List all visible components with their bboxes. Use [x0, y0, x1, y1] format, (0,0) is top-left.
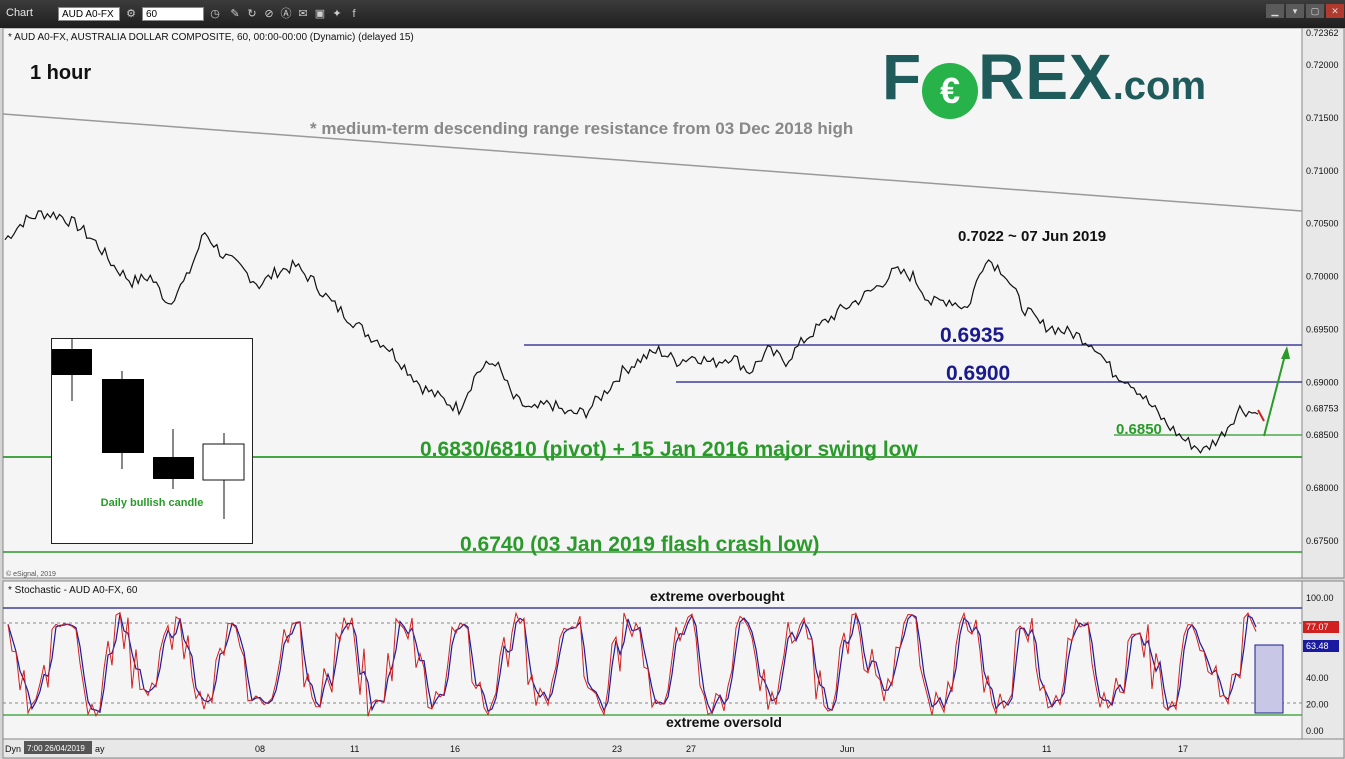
pivot-note: 0.6830/6810 (pivot) + 15 Jan 2016 major … [420, 438, 918, 461]
price-tick-label: 0.68753 [1306, 403, 1339, 413]
candle-4 [202, 443, 245, 481]
candle-inset: Daily bullish candle [51, 338, 253, 544]
price-tick-label: 0.68500 [1306, 430, 1339, 440]
share-icon[interactable]: ▣ [313, 7, 327, 21]
price-tick-label: 0.70000 [1306, 272, 1339, 282]
resistance-note: * medium-term descending range resistanc… [310, 119, 853, 138]
cursor-date: 7:00 26/04/2019 [27, 744, 85, 753]
price-tick-label: 0.67500 [1306, 536, 1339, 546]
crash-note: 0.6740 (03 Jan 2019 flash crash low) [460, 533, 820, 556]
mail-icon[interactable]: ✉ [296, 7, 310, 21]
app-label: Chart [6, 7, 33, 19]
price-tick-label: 0.71000 [1306, 166, 1339, 176]
time-label: Jun [840, 744, 855, 754]
candle-inset-svg [52, 339, 245, 519]
candle-1 [52, 349, 92, 375]
pencil-icon[interactable]: ✎ [228, 7, 242, 21]
clock-icon[interactable]: ◷ [208, 7, 222, 21]
price-tick-label: 0.69000 [1306, 377, 1339, 387]
level-6850-label: 0.6850 [1116, 421, 1162, 438]
level-6900-label: 0.6900 [946, 362, 1010, 385]
axis-corner: Dyn [5, 744, 21, 754]
twitter-icon[interactable]: ✦ [330, 7, 344, 21]
close-button[interactable]: ✕ [1326, 4, 1344, 18]
time-label: 16 [450, 744, 460, 754]
maximize-button[interactable]: ▢ [1306, 4, 1324, 18]
alert-icon[interactable]: Ⓐ [279, 7, 293, 21]
timeframe-label: 1 hour [30, 62, 91, 84]
logo-text-left: F [882, 41, 923, 113]
minimize-button[interactable]: ▁ [1266, 4, 1284, 18]
settings-icon[interactable]: ⚙ [124, 7, 138, 21]
stoch-axis [1301, 580, 1345, 740]
forex-logo: F € REX.com [882, 45, 1207, 119]
overbought-label: extreme overbought [650, 588, 785, 604]
interval-field[interactable]: 60 [142, 7, 204, 21]
logo-suffix: .com [1112, 64, 1207, 108]
k-value: 77.07 [1306, 622, 1329, 632]
time-label: 08 [255, 744, 265, 754]
inset-label: Daily bullish candle [100, 497, 204, 509]
price-panel-header: * AUD A0-FX, AUSTRALIA DOLLAR COMPOSITE,… [8, 32, 414, 43]
d-value: 63.48 [1306, 641, 1329, 651]
stoch-tick-label: 100.00 [1306, 593, 1334, 603]
menu-button[interactable]: ▾ [1286, 4, 1304, 18]
time-axis [2, 738, 1345, 759]
title-bar: Chart AUD A0-FX ⚙ 60 ◷ ✎ ↻ ⊘ Ⓐ ✉ ▣ ✦ f ▁… [0, 0, 1345, 28]
candle-2 [102, 379, 144, 453]
price-tick-label: 0.72362 [1306, 28, 1339, 38]
link-icon[interactable]: ⊘ [262, 7, 276, 21]
time-label: ay [95, 744, 105, 754]
price-axis [1301, 28, 1345, 579]
stoch-header: * Stochastic - AUD A0-FX, 60 [8, 585, 138, 596]
facebook-icon[interactable]: f [347, 7, 361, 21]
level-6935-label: 0.6935 [940, 324, 1005, 347]
time-label: 23 [612, 744, 622, 754]
time-label: 11 [350, 744, 359, 754]
price-tick-label: 0.70500 [1306, 219, 1339, 229]
symbol-field[interactable]: AUD A0-FX [58, 7, 120, 21]
logo-coin-icon: € [922, 62, 979, 119]
logo-text-right: REX [978, 41, 1113, 113]
stoch-tick-label: 0.00 [1306, 726, 1324, 736]
copyright-text: © eSignal, 2019 [6, 570, 56, 578]
oversold-label: extreme oversold [666, 714, 782, 730]
stoch-tick-label: 40.00 [1306, 673, 1329, 683]
price-tick-label: 0.68000 [1306, 483, 1339, 493]
time-label: 27 [686, 744, 696, 754]
price-tick-label: 0.71500 [1306, 113, 1339, 123]
stoch-tick-label: 20.00 [1306, 699, 1329, 709]
price-tick-label: 0.72000 [1306, 60, 1339, 70]
candle-3 [153, 457, 194, 479]
refresh-icon[interactable]: ↻ [245, 7, 259, 21]
price-tick-label: 0.69500 [1306, 324, 1339, 334]
time-label: 11 [1042, 744, 1051, 754]
high-note: 0.7022 ~ 07 Jun 2019 [958, 228, 1106, 245]
time-label: 17 [1178, 744, 1188, 754]
stoch-highlight-box [1254, 644, 1284, 714]
